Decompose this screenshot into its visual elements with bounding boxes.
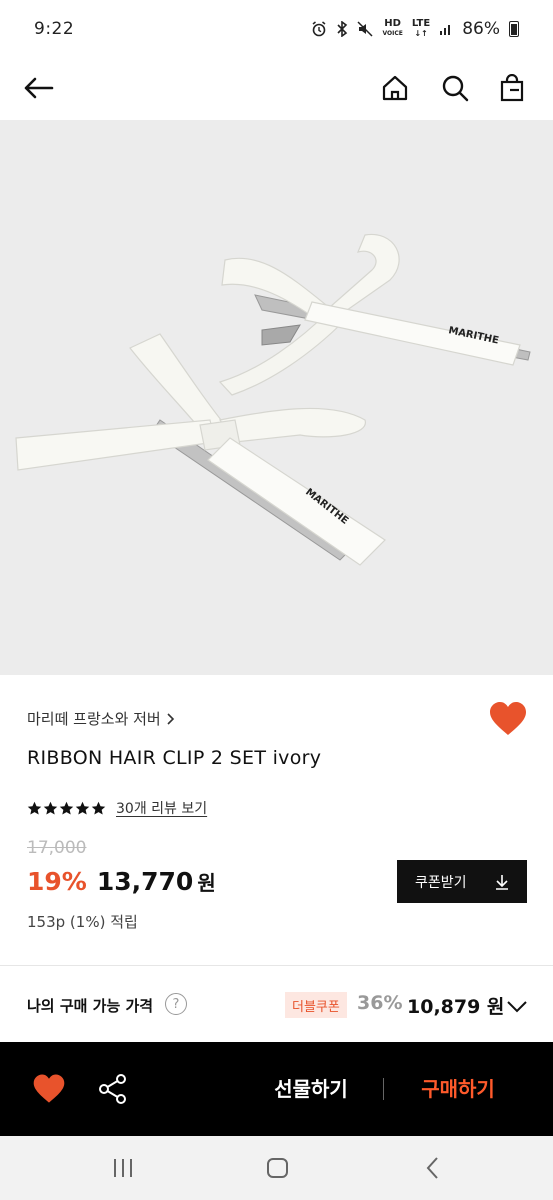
battery-icon [509,21,519,37]
star-icon [75,801,90,814]
recent-apps-icon [114,1159,132,1177]
signal-icon [440,25,451,35]
product-info: 마리떼 프랑소와 저버 RIBBON HAIR CLIP 2 SET ivory… [0,675,553,965]
home-button[interactable] [373,66,417,110]
coupon-download-button[interactable]: 쿠폰받기 [397,860,527,903]
back-arrow-icon [24,77,54,99]
status-icons: HD VOICE LTE ↓↑ 86% [311,19,519,39]
heart-icon [490,702,526,735]
system-nav-bar [0,1136,553,1200]
brand-link[interactable]: 마리떼 프랑소와 저버 [27,708,175,729]
product-image[interactable]: MARITHE MARITHE [0,120,553,675]
review-link[interactable]: 30개 리뷰 보기 [116,798,207,818]
lte-indicator: LTE ↓↑ [411,18,431,39]
purchase-action-bar: 선물하기 구매하기 [0,1042,553,1136]
system-home-icon [267,1158,288,1178]
search-button[interactable] [433,66,477,110]
buy-button[interactable]: 구매하기 [408,1072,508,1106]
share-icon [99,1074,126,1104]
my-discount-rate: 36% [357,992,403,1014]
gift-button[interactable]: 선물하기 [262,1072,360,1106]
sale-price: 13,770 [96,867,194,896]
heart-icon [33,1074,65,1103]
double-coupon-badge: 더블쿠폰 [285,992,347,1018]
star-icon [43,801,58,814]
expand-button[interactable] [505,994,529,1018]
brand-name: 마리떼 프랑소와 저버 [27,710,161,728]
my-price-label: 나의 구매 가능 가격 [27,997,154,1015]
status-bar: 9:22 HD VOICE LTE ↓↑ 86% [0,0,553,58]
discount-rate: 19% [27,867,87,896]
chevron-down-icon [507,1001,527,1013]
system-back-button[interactable] [418,1154,448,1182]
my-price-section[interactable]: 나의 구매 가능 가격 ? 더블쿠폰 36% 10,879 원 [0,966,553,1042]
system-back-icon [426,1157,438,1179]
share-button[interactable] [98,1073,128,1105]
wishlist-button-bottom[interactable] [32,1073,66,1105]
star-icon [91,801,106,814]
shopping-bag-icon [500,74,524,102]
cart-button[interactable] [490,66,534,110]
currency-unit: 원 [197,871,216,895]
system-home-button[interactable] [263,1154,293,1182]
chevron-right-icon [167,712,174,725]
help-icon[interactable]: ? [165,993,187,1015]
price-row: 19% 13,770 원 [27,867,216,896]
rating-stars [27,801,106,816]
product-name: RIBBON HAIR CLIP 2 SET ivory [27,747,322,769]
coupon-button-label: 쿠폰받기 [415,874,467,891]
alarm-icon [312,21,326,37]
battery-percent: 86% [462,19,500,39]
hd-voice-indicator: HD VOICE [382,18,403,38]
action-separator [383,1078,384,1100]
top-nav [0,58,553,120]
home-icon [382,75,408,101]
download-icon [496,874,508,890]
star-icon [59,801,74,814]
bluetooth-icon [337,21,348,37]
back-button[interactable] [16,66,60,110]
reward-points: 153p (1%) 적립 [27,913,138,931]
star-icon [27,801,42,814]
ribbon-hair-clips-illustration: MARITHE MARITHE [15,233,531,566]
rating-row: 30개 리뷰 보기 [27,798,207,818]
mute-icon [357,21,373,37]
search-icon [442,75,469,102]
status-time: 9:22 [34,19,75,39]
recent-apps-button[interactable] [108,1154,138,1182]
wishlist-button[interactable] [488,701,528,741]
original-price: 17,000 [27,838,87,858]
my-final-price: 10,879 원 [407,996,505,1018]
